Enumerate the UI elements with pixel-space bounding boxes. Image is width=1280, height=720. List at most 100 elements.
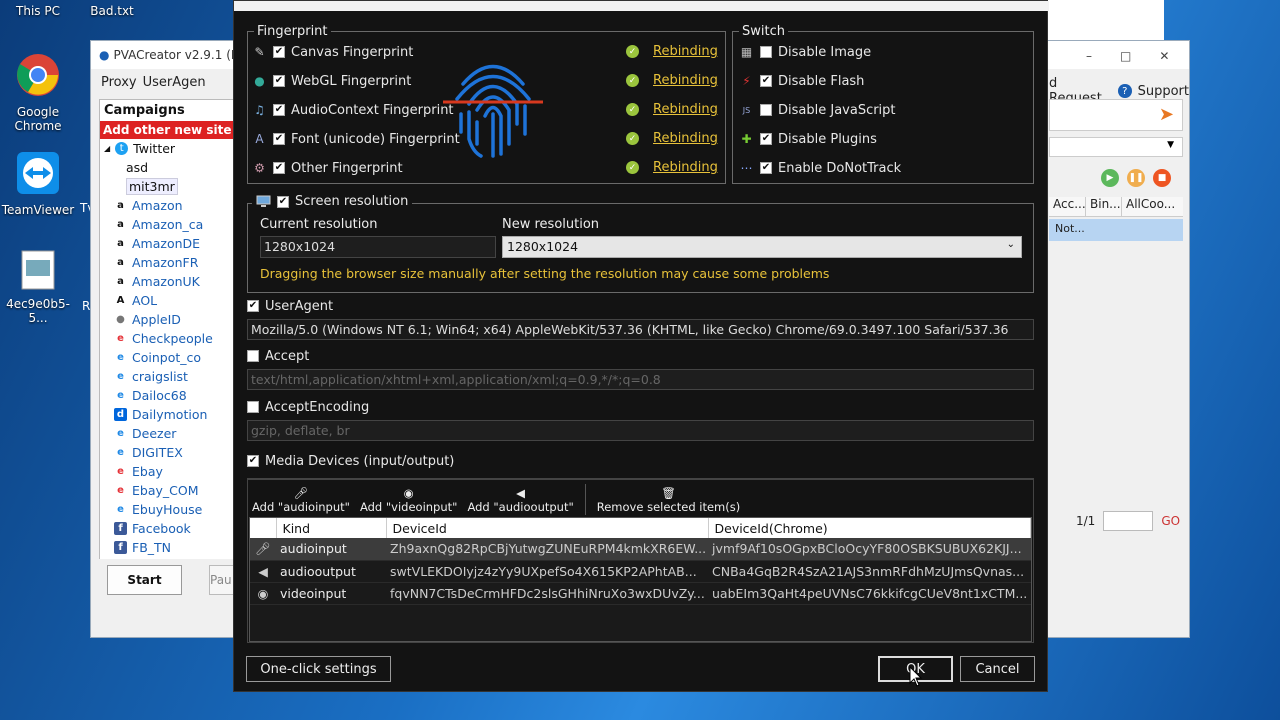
switch-checkbox[interactable]: ✔: [760, 75, 772, 87]
campaign-list-item[interactable]: e Ebay: [100, 462, 238, 481]
screen-resolution-checkbox[interactable]: ✔: [277, 195, 289, 208]
grid-header[interactable]: AllCoo...: [1121, 197, 1175, 216]
tree-child[interactable]: mit3mr: [100, 177, 238, 196]
close-icon[interactable]: ✕: [1159, 49, 1169, 63]
fingerprint-row[interactable]: ✎ ✔ Canvas Fingerprint: [252, 41, 413, 63]
fingerprint-checkbox[interactable]: ✔: [273, 104, 285, 116]
campaign-list-item[interactable]: a AmazonUK: [100, 272, 238, 291]
switch-row[interactable]: ⋯ ✔ Enable DoNotTrack: [739, 157, 902, 179]
page-input[interactable]: [1103, 511, 1154, 531]
rebinding-link[interactable]: Rebinding: [653, 102, 718, 117]
campaign-list-item[interactable]: e craigslist: [100, 367, 238, 386]
switch-checkbox[interactable]: ✔: [760, 133, 772, 145]
campaign-list-item[interactable]: ● AppleID: [100, 310, 238, 329]
campaign-list-item[interactable]: a AmazonDE: [100, 234, 238, 253]
tree-root-twitter[interactable]: ◢ t Twitter: [100, 139, 238, 158]
fingerprint-row[interactable]: ♫ ✔ AudioContext Fingerprint: [252, 99, 453, 121]
go-arrow-icon[interactable]: ➤: [1159, 104, 1174, 125]
fingerprint-row[interactable]: ⚙ ✔ Other Fingerprint: [252, 157, 402, 179]
media-devices-toggle[interactable]: ✔ Media Devices (input/output): [247, 450, 454, 472]
media-devices-checkbox[interactable]: ✔: [247, 455, 259, 467]
fingerprint-row[interactable]: A ✔ Font (unicode) Fingerprint: [252, 128, 459, 150]
fingerprint-checkbox[interactable]: ✔: [273, 75, 285, 87]
cancel-button[interactable]: Cancel: [960, 656, 1035, 682]
useragent-field[interactable]: Mozilla/5.0 (Windows NT 6.1; Win64; x64)…: [247, 319, 1034, 340]
rebinding-link[interactable]: Rebinding: [653, 131, 718, 146]
campaign-list-item[interactable]: e Dailoc68: [100, 386, 238, 405]
switch-checkbox[interactable]: [760, 46, 772, 58]
campaign-list-item[interactable]: e EbuyHouse: [100, 500, 238, 519]
switch-checkbox[interactable]: ✔: [760, 162, 772, 174]
table-row[interactable]: ◀ audiooutput swtVLEKDOIyjz4zYy9UXpefSo4X6…: [250, 560, 1031, 583]
add-audiooutput-button[interactable]: ◀ Add "audiooutput": [462, 480, 578, 519]
switch-row[interactable]: ▦ Disable Image: [739, 41, 871, 63]
column-device-id-chrome[interactable]: DeviceId(Chrome): [708, 518, 1031, 538]
support-link[interactable]: Support: [1138, 84, 1189, 99]
switch-row[interactable]: ⚡ ✔ Disable Flash: [739, 70, 864, 92]
pause-icon[interactable]: ❚❚: [1127, 169, 1145, 187]
one-click-settings-button[interactable]: One-click settings: [246, 656, 391, 682]
campaign-list-item[interactable]: a AmazonFR: [100, 253, 238, 272]
minimize-icon[interactable]: –: [1086, 49, 1092, 63]
campaign-list-item[interactable]: a Amazon: [100, 196, 238, 215]
campaign-list-item[interactable]: A AOL: [100, 291, 238, 310]
rebinding-link[interactable]: Rebinding: [653, 44, 718, 59]
switch-row[interactable]: JS Disable JavaScript: [739, 99, 896, 121]
current-resolution-field[interactable]: 1280x1024: [260, 236, 496, 258]
rebinding-link[interactable]: Rebinding: [653, 160, 718, 175]
table-row[interactable]: ◉ videoinput fqvNN7CTsDeCrmHFDc2slsGHhiNru…: [250, 582, 1031, 605]
start-button[interactable]: Start: [107, 565, 182, 595]
switch-row[interactable]: ✚ ✔ Disable Plugins: [739, 128, 876, 150]
menu-useragent[interactable]: UserAgen: [143, 75, 206, 90]
fingerprint-checkbox[interactable]: ✔: [273, 162, 285, 174]
accept-encoding-field[interactable]: gzip, deflate, br: [247, 420, 1034, 441]
campaign-list-item[interactable]: e Ebay_COM: [100, 481, 238, 500]
tree-child[interactable]: asd: [100, 158, 238, 177]
table-row[interactable]: 🎤︎ audioinput Zh9axnQg82RpCBjYutwgZUNEuRPM…: [250, 538, 1031, 561]
navigate-box[interactable]: ➤: [1049, 99, 1183, 131]
dropdown-box[interactable]: ▼: [1049, 137, 1183, 157]
campaign-list-item[interactable]: e Checkpeople: [100, 329, 238, 348]
menu-proxy[interactable]: Proxy: [101, 75, 137, 90]
accept-encoding-checkbox[interactable]: [247, 401, 259, 413]
switch-checkbox[interactable]: [760, 104, 772, 116]
add-audioinput-button[interactable]: 🎤︎ Add "audioinput": [247, 480, 355, 519]
cell-device-id-chrome: CNBa4GqB2R4SzA21AJS3nmRFdhMzUJmsQvnas...: [708, 560, 1031, 583]
desktop-icon-teamviewer[interactable]: TeamViewer: [0, 150, 76, 217]
rebinding-link[interactable]: Rebinding: [653, 73, 718, 88]
grid-header[interactable]: Acc...: [1049, 197, 1086, 216]
fingerprint-row[interactable]: ● ✔ WebGL Fingerprint: [252, 70, 411, 92]
desktop-icon-google-chrome[interactable]: Google Chrome: [0, 52, 76, 133]
play-icon[interactable]: ▶: [1101, 169, 1119, 187]
desktop-icon-this-pc[interactable]: This PC: [0, 4, 76, 18]
campaign-list-item[interactable]: e Deezer: [100, 424, 238, 443]
fingerprint-checkbox[interactable]: ✔: [273, 133, 285, 145]
campaign-list-item[interactable]: f FB_TN: [100, 538, 238, 557]
add-videoinput-label: Add "videoinput": [359, 499, 458, 514]
desktop-icon-image-file[interactable]: 4ec9e0b5-5...: [0, 250, 76, 325]
desktop-icon-bad-txt[interactable]: Bad.txt: [74, 4, 150, 18]
accept-encoding-toggle[interactable]: AcceptEncoding: [247, 396, 369, 418]
add-site-banner[interactable]: Add other new site he: [100, 121, 238, 139]
remove-selected-button[interactable]: 🗑︎ Remove selected item(s): [592, 480, 745, 519]
useragent-toggle[interactable]: ✔ UserAgent: [247, 295, 333, 317]
accept-checkbox[interactable]: [247, 350, 259, 362]
useragent-checkbox[interactable]: ✔: [247, 300, 259, 312]
maximize-icon[interactable]: □: [1120, 49, 1131, 63]
grid-header[interactable]: Bin...: [1085, 197, 1121, 216]
fingerprint-checkbox[interactable]: ✔: [273, 46, 285, 58]
campaign-list-item[interactable]: e DIGITEX: [100, 443, 238, 462]
column-kind[interactable]: Kind: [276, 518, 387, 538]
go-button[interactable]: GO: [1161, 514, 1180, 528]
accept-toggle[interactable]: Accept: [247, 345, 309, 367]
campaign-list-item[interactable]: a Amazon_ca: [100, 215, 238, 234]
stop-icon[interactable]: ■: [1153, 169, 1171, 187]
add-videoinput-button[interactable]: ◉ Add "videoinput": [355, 480, 463, 519]
campaign-list-item[interactable]: f Facebook: [100, 519, 238, 538]
campaign-list-item[interactable]: d Dailymotion: [100, 405, 238, 424]
new-resolution-select[interactable]: 1280x1024 ⌄: [502, 236, 1022, 258]
column-device-id[interactable]: DeviceId: [386, 518, 709, 538]
account-grid-row[interactable]: Not...: [1049, 219, 1183, 241]
campaign-list-item[interactable]: e Coinpot_co: [100, 348, 238, 367]
accept-field[interactable]: text/html,application/xhtml+xml,applicat…: [247, 369, 1034, 390]
